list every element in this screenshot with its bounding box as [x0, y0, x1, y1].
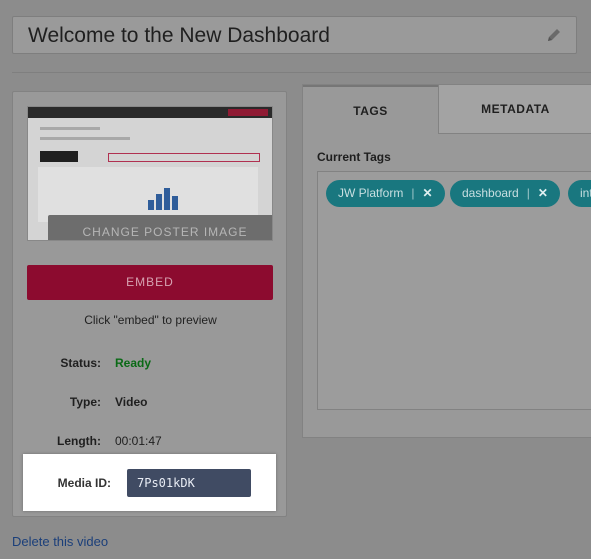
media-id-field[interactable]: 7Ps01kDK — [127, 469, 251, 497]
video-title-text[interactable]: Welcome to the New Dashboard — [28, 24, 330, 48]
tag-label: intr — [580, 186, 591, 200]
header-divider — [12, 72, 591, 73]
close-icon[interactable]: ✕ — [538, 186, 548, 200]
video-title-field[interactable]: Welcome to the New Dashboard — [12, 16, 577, 54]
tab-metadata[interactable]: METADATA — [438, 85, 591, 134]
thumbnail-chart-bar — [164, 188, 170, 210]
status-label: Status: — [60, 356, 101, 370]
thumbnail-card — [38, 167, 258, 222]
tag-separator: | — [411, 186, 415, 200]
tags-input-box[interactable]: JW Platform | ✕ dashboard | ✕ intr — [317, 171, 591, 410]
embed-button[interactable]: EMBED — [27, 265, 273, 300]
tag-chip: dashboard | ✕ — [450, 180, 560, 207]
length-label: Length: — [57, 434, 101, 448]
type-value: Video — [115, 395, 148, 409]
thumbnail-chart-bar — [156, 194, 162, 210]
delete-video-link[interactable]: Delete this video — [12, 534, 108, 549]
video-thumbnail: CHANGE POSTER IMAGE — [27, 106, 273, 241]
tag-label: dashboard — [462, 186, 519, 200]
status-value: Ready — [115, 356, 152, 370]
type-label: Type: — [69, 395, 101, 409]
tag-chip: intr — [568, 180, 591, 207]
media-id-label: Media ID: — [57, 476, 111, 490]
tag-chip: JW Platform | ✕ — [326, 180, 445, 207]
video-preview-panel: CHANGE POSTER IMAGE EMBED Click "embed" … — [12, 91, 287, 517]
embed-hint-text: Click "embed" to preview — [84, 313, 217, 327]
change-poster-image-button[interactable]: CHANGE POSTER IMAGE — [48, 215, 272, 240]
thumbnail-dark-block — [40, 151, 78, 162]
thumbnail-chart-bar — [172, 196, 178, 210]
tab-tags[interactable]: TAGS — [303, 85, 438, 134]
current-tags-heading: Current Tags — [317, 150, 391, 164]
tag-separator: | — [526, 186, 530, 200]
tags-metadata-panel: TAGS METADATA Current Tags JW Platform | ✕… — [302, 84, 591, 438]
thumbnail-red-button — [228, 109, 268, 116]
thumbnail-line — [40, 137, 130, 140]
thumbnail-red-box — [108, 153, 260, 162]
thumbnail-chart-bar — [148, 200, 154, 210]
media-id-highlight: Media ID: 7Ps01kDK — [23, 454, 276, 511]
close-icon[interactable]: ✕ — [422, 186, 432, 200]
tag-label: JW Platform — [338, 186, 404, 200]
pencil-icon[interactable] — [546, 27, 562, 43]
length-value: 00:01:47 — [115, 434, 162, 448]
thumbnail-line — [40, 127, 100, 130]
